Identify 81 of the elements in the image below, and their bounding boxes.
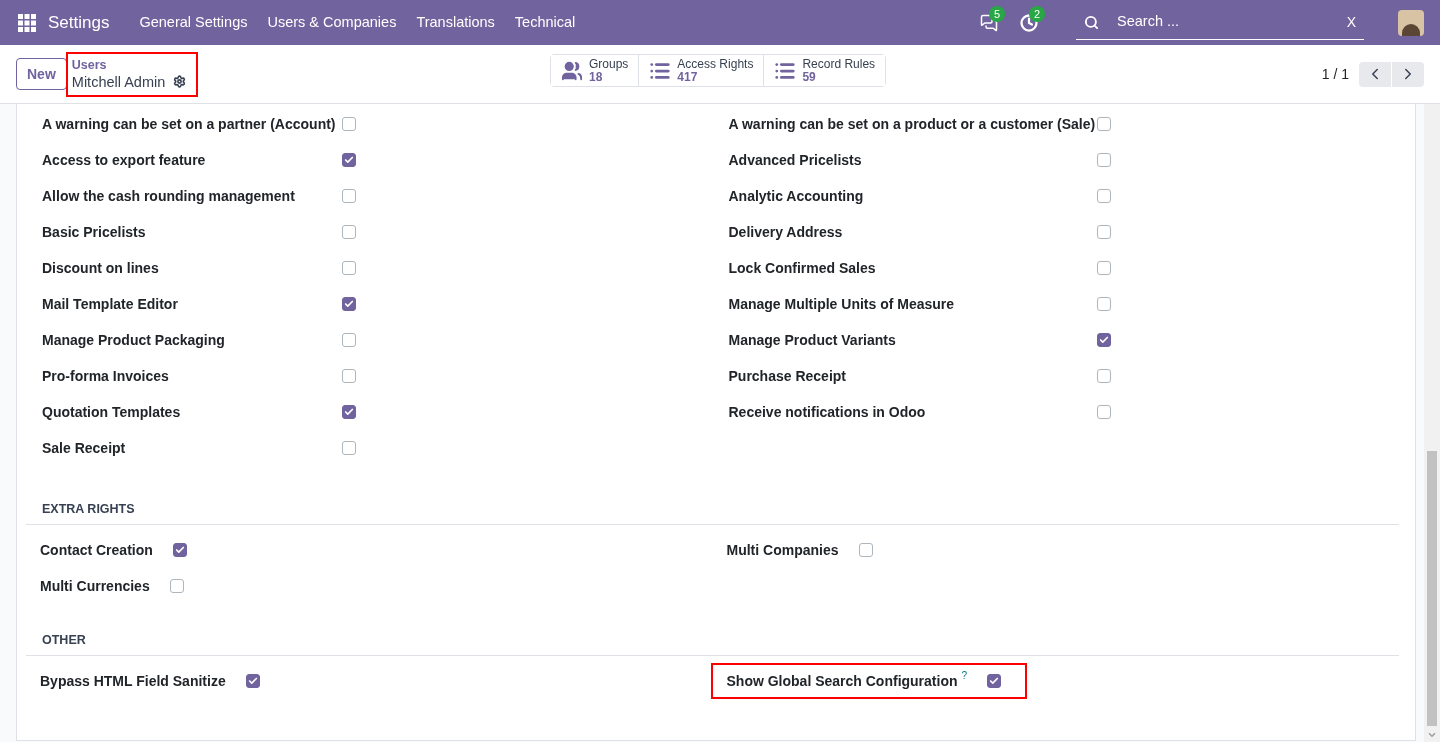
setting-label: Pro-forma Invoices (42, 366, 170, 386)
setting-label: Receive notifications in Odoo (728, 402, 927, 422)
count-badge: 5 (989, 5, 1006, 22)
checkbox[interactable] (169, 579, 184, 593)
setting-label: Sale Receipt (42, 438, 127, 458)
setting-label: A warning can be set on a partner (Account) (42, 114, 337, 134)
breadcrumb-link[interactable]: Users (71, 57, 187, 73)
setting-label: Manage Product Variants (728, 330, 897, 350)
checkbox[interactable] (1096, 261, 1111, 275)
avatar[interactable] (1398, 9, 1424, 36)
checkbox[interactable] (1096, 297, 1111, 311)
smart-button-label: Record Rules (802, 57, 876, 71)
previous-button[interactable] (1359, 61, 1391, 87)
checkbox[interactable] (342, 369, 356, 383)
setting-label: Manage Multiple Units of Measure (728, 294, 956, 314)
apps-menu-icon[interactable] (18, 13, 36, 32)
smart-button-count: 417 (677, 70, 698, 84)
smart-button-label: Groups (589, 57, 629, 71)
smart-button-label: Access Rights (677, 57, 754, 71)
checkbox[interactable] (342, 297, 356, 311)
setting-label: Analytic Accounting (728, 186, 865, 206)
scrollbar-thumb[interactable] (1427, 451, 1437, 726)
checkbox[interactable] (1096, 153, 1111, 167)
setting-label: Discount on lines (42, 258, 160, 278)
setting-label: Bypass HTML Field Sanitize (40, 671, 226, 691)
checkbox[interactable] (342, 153, 356, 167)
checkbox[interactable] (1096, 369, 1111, 383)
setting-label: Delivery Address (728, 222, 844, 242)
record-name: Mitchell Admin (71, 72, 166, 91)
checkbox[interactable] (342, 117, 356, 131)
search-icon (1084, 14, 1099, 30)
setting-label: Mail Template Editor (42, 294, 179, 314)
pager-value: 1 / 1 (1321, 64, 1349, 84)
clear-button[interactable]: X (1346, 11, 1356, 33)
section-title: OTHER (42, 633, 86, 647)
setting-label: Multi Companies (726, 540, 839, 560)
checkbox[interactable] (172, 543, 187, 557)
checkbox[interactable] (987, 674, 1002, 688)
search-field[interactable]: Search ... X (1076, 5, 1364, 40)
scroll-down-icon[interactable] (1427, 730, 1437, 740)
setting-label: Allow the cash rounding management (42, 186, 296, 206)
menu-item[interactable]: General Settings (129, 11, 258, 34)
smart-button-count: 59 (802, 70, 816, 84)
checkbox[interactable] (1096, 189, 1111, 203)
checkbox[interactable] (342, 225, 356, 239)
checkbox[interactable] (858, 543, 873, 557)
checkbox[interactable] (1096, 225, 1111, 239)
checkbox[interactable] (342, 333, 356, 347)
checkbox[interactable] (342, 441, 356, 455)
users-icon (561, 59, 583, 82)
checkbox[interactable] (1096, 405, 1111, 419)
checkbox[interactable] (245, 674, 260, 688)
setting-label: Manage Product Packaging (42, 330, 226, 350)
menu-item[interactable]: Technical (504, 11, 586, 34)
section-title: EXTRA RIGHTS (42, 502, 135, 516)
setting-label: Basic Pricelists (42, 222, 147, 242)
next-button[interactable] (1392, 61, 1424, 87)
setting-label: Show Global Search Configuration (726, 671, 958, 691)
setting-label: Advanced Pricelists (728, 150, 863, 170)
setting-label: Contact Creation (40, 540, 153, 560)
setting-label: Lock Confirmed Sales (728, 258, 877, 278)
setting-label: Purchase Receipt (728, 366, 847, 386)
count-badge: 2 (1029, 5, 1046, 22)
scrollbar[interactable] (1424, 104, 1440, 742)
setting-label: Access to export feature (42, 150, 207, 170)
menu-item[interactable]: Translations (406, 11, 505, 34)
checkbox[interactable] (342, 405, 356, 419)
smart-button[interactable]: Record Rules 59 (763, 55, 886, 86)
app-title[interactable]: Settings (48, 9, 110, 36)
checkbox[interactable] (1096, 117, 1111, 131)
checkbox[interactable] (1096, 333, 1111, 347)
setting-label: Multi Currencies (40, 576, 150, 596)
smart-button-count: 18 (589, 70, 603, 84)
help-tooltip[interactable]: ? (961, 671, 968, 681)
checkbox[interactable] (342, 189, 356, 203)
setting-label: A warning can be set on a product or a customer (Sale) (728, 114, 1097, 134)
setting-label: Quotation Templates (42, 402, 182, 422)
new-button[interactable]: New (16, 58, 67, 90)
gear-icon[interactable] (173, 75, 187, 88)
checkbox[interactable] (342, 261, 356, 275)
menu-item[interactable]: Users & Companies (257, 11, 407, 34)
